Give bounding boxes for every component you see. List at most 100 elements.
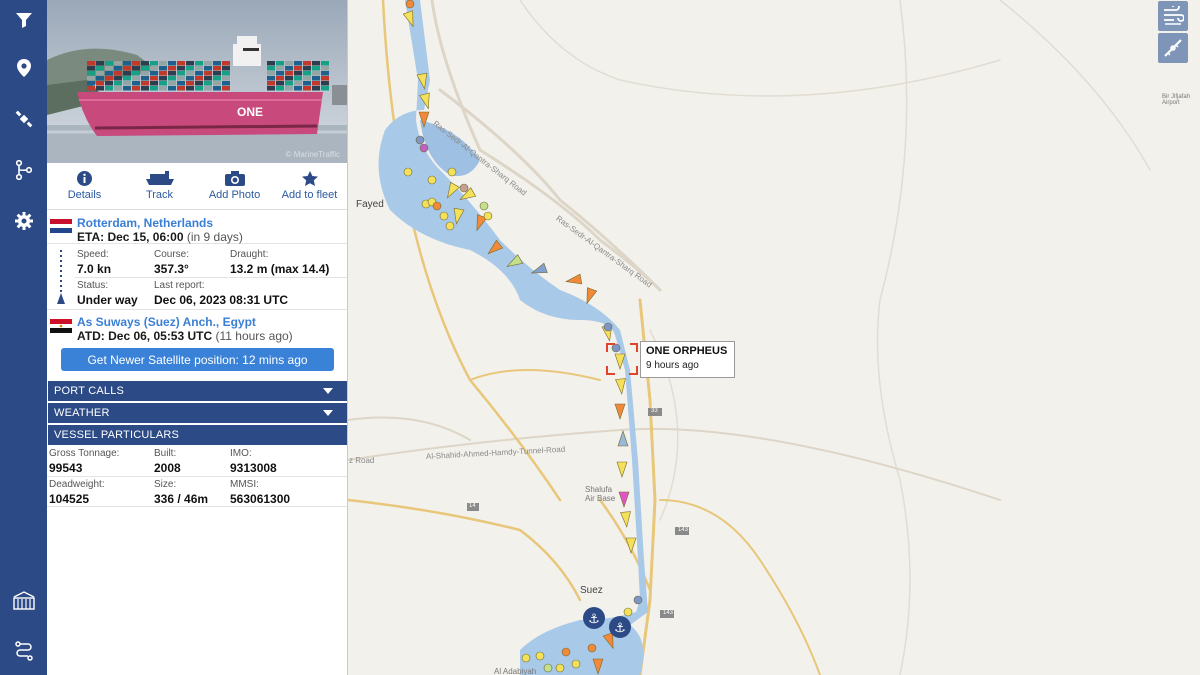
route-path-icon[interactable] bbox=[0, 631, 47, 671]
vessel-marker[interactable] bbox=[415, 135, 425, 145]
location-pin-icon[interactable] bbox=[0, 48, 47, 88]
vessel-marker[interactable] bbox=[543, 663, 553, 673]
vessel-marker[interactable] bbox=[419, 143, 429, 153]
vessel-marker[interactable] bbox=[561, 647, 571, 657]
route-shield-33: 33 bbox=[651, 408, 658, 414]
add-photo-button[interactable]: Add Photo bbox=[197, 163, 272, 209]
wind-layer-icon[interactable] bbox=[1158, 1, 1188, 31]
star-icon bbox=[301, 171, 318, 186]
vessel-actions: Details Track Add Photo Add to fleet bbox=[47, 163, 347, 210]
route-shield-143a: 143 bbox=[678, 527, 689, 533]
tooltip-vessel-age: 9 hours ago bbox=[646, 360, 699, 371]
add-to-fleet-label: Add to fleet bbox=[281, 189, 338, 201]
svg-text:ONE: ONE bbox=[237, 105, 263, 119]
departure-port-link[interactable]: As Suways (Suez) Anch., Egypt bbox=[77, 315, 256, 329]
track-label: Track bbox=[145, 189, 174, 201]
chevron-down-icon bbox=[323, 388, 333, 394]
vessel-particulars-section[interactable]: VESSEL PARTICULARS bbox=[48, 425, 347, 445]
vessel-marker[interactable] bbox=[459, 183, 469, 193]
measure-ruler-icon[interactable] bbox=[1158, 33, 1188, 63]
vessel-marker[interactable] bbox=[439, 211, 449, 221]
port-gate-icon[interactable] bbox=[0, 581, 47, 621]
anchorage-marker[interactable]: ⚓ bbox=[609, 616, 631, 638]
atd-line: ATD: Dec 06, 05:53 UTC (11 hours ago) bbox=[77, 329, 293, 343]
map-label-road-4: z Road bbox=[349, 456, 375, 465]
map-label-suez: Suez bbox=[580, 585, 603, 596]
draught-field: Draught: 13.2 m (max 14.4) bbox=[230, 249, 330, 276]
vessel-marker[interactable] bbox=[611, 343, 621, 353]
deadweight-field: Deadweight: 104525 bbox=[49, 479, 105, 506]
ship-track-icon bbox=[145, 171, 174, 185]
voyage-progress-icon bbox=[57, 250, 65, 304]
vessel-tooltip[interactable]: ONE ORPHEUS 9 hours ago bbox=[640, 341, 735, 378]
vessel-marker[interactable] bbox=[623, 607, 633, 617]
newer-satellite-position-button[interactable]: Get Newer Satellite position: 12 mins ag… bbox=[61, 348, 334, 371]
egypt-flag-icon bbox=[50, 319, 72, 333]
mmsi-field: MMSI: 563061300 bbox=[230, 479, 291, 506]
vessel-marker[interactable] bbox=[447, 167, 457, 177]
route-shield-14: 14 bbox=[469, 503, 476, 509]
vessel-marker[interactable] bbox=[521, 653, 531, 663]
vessel-photo[interactable]: ONE © MarineTraffic bbox=[47, 0, 347, 163]
atd-value: ATD: Dec 06, 05:53 UTC bbox=[77, 329, 213, 343]
voyage-data: Speed: 7.0 kn Course: 357.3° Draught: 13.2 … bbox=[47, 244, 347, 310]
vessel-marker[interactable] bbox=[587, 643, 597, 653]
add-to-fleet-button[interactable]: Add to fleet bbox=[272, 163, 347, 209]
details-label: Details bbox=[67, 189, 102, 201]
course-field: Course: 357.3° bbox=[154, 249, 190, 276]
map-label-shalufa: Shalufa Air Base bbox=[585, 485, 616, 503]
built-field: Built: 2008 bbox=[154, 448, 181, 475]
vessel-marker[interactable] bbox=[405, 0, 415, 9]
photo-credit: © MarineTraffic bbox=[285, 150, 340, 159]
details-button[interactable]: Details bbox=[47, 163, 122, 209]
weather-section[interactable]: WEATHER bbox=[48, 403, 347, 423]
add-photo-label: Add Photo bbox=[208, 189, 261, 201]
app: ONE © MarineTraffic Details Track Add Ph… bbox=[0, 0, 1200, 675]
port-calls-section[interactable]: PORT CALLS bbox=[48, 381, 347, 401]
atd-relative: (11 hours ago) bbox=[215, 329, 293, 343]
destination-row: Rotterdam, Netherlands ETA: Dec 15, 06:0… bbox=[47, 210, 347, 244]
eta-relative: (in 9 days) bbox=[186, 230, 243, 244]
vessel-marker[interactable] bbox=[479, 201, 489, 211]
vessel-marker[interactable] bbox=[603, 322, 613, 332]
vessel-marker[interactable] bbox=[555, 663, 565, 673]
map-label-adabiyah: Al Adabiyah bbox=[494, 667, 537, 675]
netherlands-flag-icon bbox=[50, 219, 72, 233]
vessel-marker[interactable] bbox=[483, 211, 493, 221]
vessel-marker[interactable] bbox=[535, 651, 545, 661]
departure-row: As Suways (Suez) Anch., Egypt ATD: Dec 0… bbox=[47, 310, 347, 344]
particulars-table: Gross Tonnage: 99543 Built: 2008 IMO: 93130… bbox=[47, 445, 347, 507]
track-button[interactable]: Track bbox=[122, 163, 197, 209]
vessel-marker[interactable] bbox=[571, 659, 581, 669]
filter-icon[interactable] bbox=[0, 0, 47, 40]
gross-tonnage-field: Gross Tonnage: 99543 bbox=[49, 448, 120, 475]
status-field: Status: Under way bbox=[77, 280, 138, 307]
speed-field: Speed: 7.0 kn bbox=[77, 249, 112, 276]
last-report-field: Last report: Dec 06, 2023 08:31 UTC bbox=[154, 280, 289, 307]
vessel-panel: ONE © MarineTraffic Details Track Add Ph… bbox=[47, 0, 348, 675]
satellite-icon[interactable] bbox=[0, 99, 47, 139]
destination-port-link[interactable]: Rotterdam, Netherlands bbox=[77, 216, 213, 230]
nav-rail bbox=[0, 0, 47, 675]
vessel-marker[interactable] bbox=[633, 595, 643, 605]
tooltip-vessel-name: ONE ORPHEUS bbox=[646, 345, 728, 357]
anchorage-marker[interactable]: ⚓ bbox=[583, 607, 605, 629]
map-canvas[interactable]: ⚓ ⚓ bbox=[348, 0, 1200, 675]
chevron-down-icon bbox=[323, 410, 333, 416]
vessel-marker[interactable] bbox=[403, 167, 413, 177]
map-label-fayed: Fayed bbox=[356, 199, 384, 210]
imo-field: IMO: 9313008 bbox=[230, 448, 277, 475]
route-shield-143b: 143 bbox=[663, 610, 674, 616]
info-icon bbox=[77, 171, 92, 186]
camera-icon bbox=[224, 171, 245, 186]
eta-line: ETA: Dec 15, 06:00 (in 9 days) bbox=[77, 230, 243, 244]
svg-text:⚓: ⚓ bbox=[588, 612, 600, 627]
settings-gear-icon[interactable] bbox=[0, 201, 47, 241]
map-label-bir-jifjafah: Bir Jifjafah Airport bbox=[1162, 94, 1191, 106]
svg-text:⚓: ⚓ bbox=[614, 621, 626, 636]
eta-value: ETA: Dec 15, 06:00 bbox=[77, 230, 184, 244]
route-branch-icon[interactable] bbox=[0, 150, 47, 190]
vessel-marker[interactable] bbox=[432, 201, 442, 211]
vessel-marker[interactable] bbox=[427, 175, 437, 185]
vessel-marker[interactable] bbox=[445, 221, 455, 231]
